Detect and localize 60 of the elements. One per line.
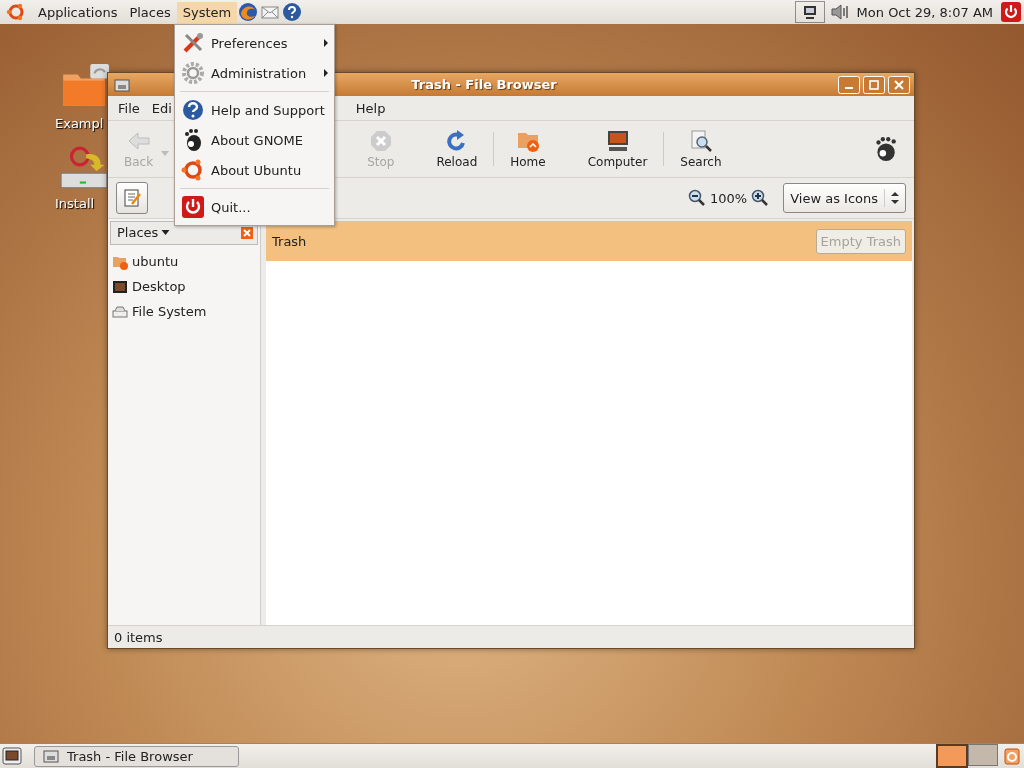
menu-item[interactable]: Quit... [175,192,334,222]
note-pencil-icon [122,188,142,208]
help-icon[interactable] [282,2,303,22]
close-icon[interactable] [241,226,253,239]
volume-icon[interactable] [829,2,850,22]
gear-icon [181,61,205,85]
panel-menu[interactable]: Places [123,1,177,23]
globe-icon[interactable] [238,2,259,22]
window-title: Trash - File Browser [410,77,558,92]
power-icon[interactable] [1001,2,1021,22]
panel-menu[interactable]: Applications [32,1,124,23]
menu-item[interactable]: Edi [145,100,178,116]
sidebar-item[interactable]: ubuntu [110,249,258,274]
location-title: Trash [272,233,307,249]
minimize-button[interactable] [838,75,860,94]
ubuntu-logo-icon[interactable] [6,2,26,22]
clock[interactable]: Mon Oct 29, 8:07 AM [850,4,999,20]
network-icon[interactable] [794,1,825,23]
panel-menu[interactable]: System [176,1,238,23]
menu-item[interactable]: Preferences [175,28,334,58]
toolbar-button[interactable]: Computer [579,127,656,171]
close-button[interactable] [888,75,910,94]
stop-icon [368,129,393,153]
status-text: 0 items [114,629,163,645]
ubuntu-logo-icon [181,158,205,182]
zoom-out-icon[interactable] [688,189,706,207]
menu-item[interactable]: About Ubuntu [175,155,334,185]
zoom-in-icon[interactable] [751,189,770,207]
places-dropdown[interactable]: Places [117,225,171,240]
cabinet-icon [114,76,130,93]
show-desktop-icon[interactable] [2,746,22,766]
menu-item[interactable]: Help [349,100,392,116]
view-select[interactable]: View as Icons [783,183,906,213]
cabinet-icon [43,748,59,764]
menu-item[interactable]: File [112,100,146,116]
computer-icon [605,129,630,153]
workspace[interactable] [968,744,998,766]
edit-location-button[interactable] [116,182,148,214]
spinner-arrows-icon [891,191,899,205]
sidebar-item[interactable]: File System [110,299,258,324]
tools-icon [181,31,205,55]
toolbar-button[interactable]: Search [672,127,730,171]
drive-icon [112,303,128,320]
power-icon [181,195,205,219]
menu-item[interactable]: Help and Support [175,95,334,125]
menu-item[interactable]: Administration [175,58,334,88]
help-icon [181,98,205,122]
toolbar-button[interactable]: Home [502,127,554,171]
desktop-icon [112,278,128,295]
sidebar-item[interactable]: Desktop [110,274,258,299]
maximize-button[interactable] [863,75,885,94]
caret-icon [161,229,171,236]
toolbar-button[interactable]: Reload [428,127,486,171]
desktop-icon-label[interactable]: Exampl [55,116,104,131]
zoom-level: 100% [710,190,748,206]
menu-item[interactable]: About GNOME [175,125,334,155]
desktop-icon-label[interactable]: Install [55,196,95,211]
taskbar-button[interactable]: Trash - File Browser [34,745,239,767]
workspace[interactable] [936,744,968,768]
search-icon [688,129,713,153]
